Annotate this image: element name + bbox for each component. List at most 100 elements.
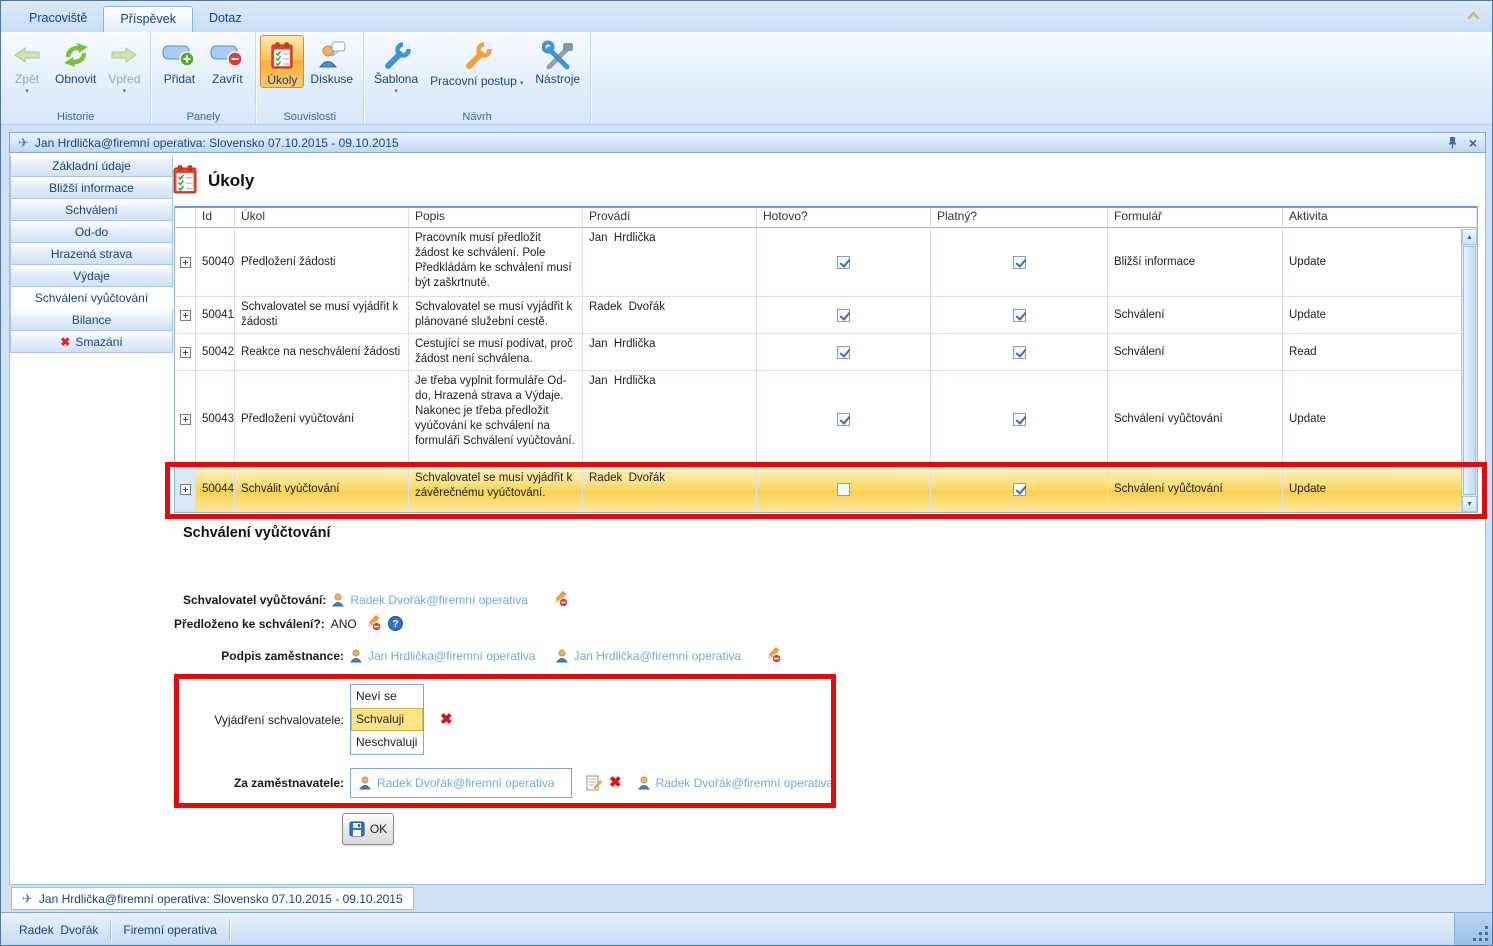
statement-listbox[interactable]: Neví se Schvaluji Neschvaluji [350, 684, 424, 755]
employer-link[interactable]: Radek Dvořák@firemní operativa [377, 776, 555, 790]
sign-document-icon[interactable] [586, 775, 603, 791]
application-window: Pracoviště Příspěvek Dotaz Zpět ▾ [0, 0, 1493, 946]
person-icon [359, 776, 371, 790]
cell-platny [931, 228, 1108, 297]
tab-pracoviste[interactable]: Pracoviště [13, 6, 103, 32]
close-button[interactable]: × [1469, 137, 1477, 149]
help-icon[interactable]: ? [388, 616, 403, 631]
close-panel-button[interactable]: Zavřít [203, 35, 251, 86]
forward-button[interactable]: Vpřed ▾ [102, 35, 146, 96]
done-checkbox[interactable] [837, 309, 850, 322]
done-checkbox[interactable] [837, 256, 850, 269]
tasks-button[interactable]: Úkoly [260, 35, 304, 88]
table-row[interactable]: 50040 Předložení žádosti Pracovník musí … [175, 228, 1477, 297]
person-icon [638, 776, 650, 790]
sidebar-item-schvaleni-vyuctovani[interactable]: Schválení vyůčtování [10, 287, 173, 309]
form-section-heading: Schválení vyůčtování [183, 525, 330, 541]
edit-remove-pencil-icon[interactable] [550, 591, 569, 608]
add-panel-button[interactable]: Přidat [155, 35, 203, 86]
listbox-option[interactable]: Neschvaluji [351, 731, 423, 754]
header-formular[interactable]: Formulář [1108, 208, 1283, 228]
forward-arrow-icon [109, 38, 139, 72]
main-panel: Základní údaje Bližší informace Schválen… [9, 153, 1486, 885]
sidebar-item-bilance[interactable]: Bilance [10, 309, 173, 331]
sidebar-item-schvaleni[interactable]: Schválení [10, 199, 173, 221]
airplane-icon: ✈ [22, 891, 33, 907]
valid-checkbox[interactable] [1013, 346, 1026, 359]
statement-label: Vyjádření schvalovatele: [10, 713, 344, 727]
employer-field-row: Za zaměstnavatele: Radek Dvořák@firemní … [10, 767, 833, 799]
table-row[interactable]: 50041 Schvalovatel se musí vyjádřit k žá… [175, 297, 1477, 334]
header-provadi[interactable]: Provádí [583, 208, 757, 228]
refresh-button[interactable]: Obnovit [49, 35, 102, 86]
back-button[interactable]: Zpět ▾ [5, 35, 49, 96]
expand-plus-icon[interactable] [180, 310, 191, 321]
ribbon-collapse-button[interactable] [1464, 8, 1482, 22]
cell-hotovo [757, 468, 931, 512]
valid-checkbox[interactable] [1013, 256, 1026, 269]
template-button[interactable]: Šablona ▾ [368, 35, 424, 96]
dropdown-icon: ▾ [394, 88, 398, 96]
resize-grip[interactable] [1454, 913, 1493, 946]
done-checkbox[interactable] [837, 413, 850, 426]
header-aktivita[interactable]: Aktivita [1283, 208, 1477, 228]
tab-prispevek[interactable]: Příspěvek [103, 6, 193, 32]
tab-dotaz[interactable]: Dotaz [193, 6, 258, 32]
approver-link[interactable]: Radek Dvořák@firemní operativa [350, 593, 528, 607]
cell-id: 50044 [196, 468, 235, 512]
listbox-option-selected[interactable]: Schvaluji [351, 708, 423, 731]
done-checkbox[interactable] [837, 483, 850, 496]
edit-remove-pencil-icon[interactable] [363, 615, 382, 632]
sidebar-item-hrazena-strava[interactable]: Hrazená strava [10, 243, 173, 265]
scroll-up-icon[interactable]: ▲ [1462, 229, 1477, 245]
scrollbar-thumb[interactable] [1463, 246, 1476, 495]
svg-text:?: ? [392, 619, 398, 630]
ok-button[interactable]: OK [342, 813, 394, 845]
expand-plus-icon[interactable] [180, 347, 191, 358]
edit-remove-pencil-icon[interactable] [763, 647, 782, 664]
valid-checkbox[interactable] [1013, 483, 1026, 496]
header-id[interactable]: Id [196, 208, 235, 228]
scroll-down-icon[interactable]: ▼ [1462, 496, 1477, 512]
valid-checkbox[interactable] [1013, 309, 1026, 322]
expand-plus-icon[interactable] [180, 414, 191, 425]
table-header-row: Id Úkol Popis Provádí Hotovo? Platný? Fo… [175, 208, 1477, 228]
cell-aktivita: Update [1283, 371, 1477, 468]
listbox-option[interactable]: Neví se [351, 685, 423, 708]
table-row[interactable]: 50042 Reakce na neschválení žádosti Cest… [175, 334, 1477, 371]
header-hotovo[interactable]: Hotovo? [757, 208, 931, 228]
sidebar-item-zakladni-udaje[interactable]: Základní údaje [10, 155, 173, 177]
sidebar-item-od-do[interactable]: Od-do [10, 221, 173, 243]
tools-button[interactable]: Nástroje [529, 35, 586, 86]
tasks-section-title: Úkoly [208, 171, 254, 191]
sidebar-item-vydaje[interactable]: Výdaje [10, 265, 173, 287]
document-tab[interactable]: ✈ Jan Hrdlička@firemní operativa: Sloven… [11, 887, 414, 910]
done-checkbox[interactable] [837, 346, 850, 359]
employer-link-2[interactable]: Radek Dvořák@firemní operativa [656, 776, 834, 790]
employer-picker-field[interactable]: Radek Dvořák@firemní operativa [350, 768, 572, 798]
chevron-up-icon [1467, 11, 1480, 20]
expand-plus-icon[interactable] [180, 484, 191, 495]
table-vertical-scrollbar[interactable]: ▲ ▼ [1461, 229, 1477, 512]
expand-plus-icon[interactable] [180, 257, 191, 268]
header-popis[interactable]: Popis [409, 208, 583, 228]
document-title: Jan Hrdlička@firemní operativa: Slovensk… [35, 136, 1436, 150]
tools-icon [542, 38, 574, 72]
table-row[interactable]: 50043 Předložení vyúčtování Je třeba vyp… [175, 371, 1477, 468]
header-platny[interactable]: Platný? [931, 208, 1108, 228]
workflow-button[interactable]: Pracovní postup▾ [424, 35, 529, 90]
sidebar-item-blizsi-informace[interactable]: Bližší informace [10, 177, 173, 199]
valid-checkbox[interactable] [1013, 413, 1026, 426]
cell-hotovo [757, 371, 931, 468]
signature-label: Podpis zaměstnance: [10, 649, 344, 663]
pin-button[interactable] [1448, 136, 1457, 149]
signature-link-1[interactable]: Jan Hrdlička@firemní operativa [368, 649, 536, 663]
sidebar-item-smazani[interactable]: ✖Smazání [10, 331, 173, 353]
discussion-button[interactable]: Diskuse [304, 35, 359, 86]
clear-x-icon[interactable]: ✖ [609, 776, 622, 790]
header-ukol[interactable]: Úkol [235, 208, 409, 228]
clear-x-icon[interactable]: ✖ [440, 713, 453, 727]
signature-link-2[interactable]: Jan Hrdlička@firemní operativa [574, 649, 742, 663]
cell-id: 50040 [196, 228, 235, 297]
table-row-selected[interactable]: 50044 Schválit vyúčtování Schvalovatel s… [175, 468, 1477, 512]
